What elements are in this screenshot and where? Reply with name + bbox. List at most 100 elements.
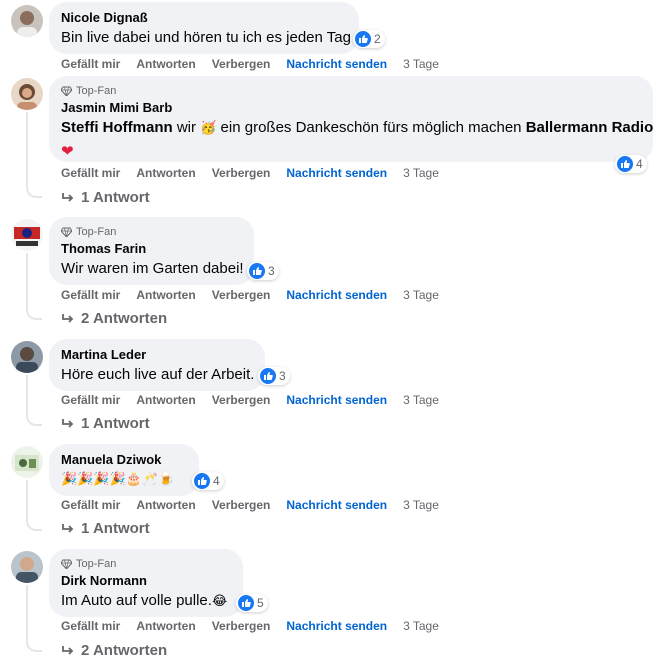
- reaction-count: 5: [257, 596, 264, 610]
- replies-count: 1 Antwort: [81, 520, 150, 537]
- reaction-count: 3: [279, 369, 286, 383]
- like-button[interactable]: Gefällt mir: [61, 393, 120, 407]
- mention-link[interactable]: Steffi Hoffmann: [61, 119, 173, 136]
- hide-button[interactable]: Verbergen: [212, 166, 271, 180]
- send-message-button[interactable]: Nachricht senden: [286, 498, 387, 512]
- reply-button[interactable]: Antworten: [136, 498, 195, 512]
- reply-arrow-icon: [62, 192, 74, 202]
- like-button[interactable]: Gefällt mir: [61, 498, 120, 512]
- comment-actions: Gefällt mir Antworten Verbergen Nachrich…: [61, 618, 455, 634]
- reply-button[interactable]: Antworten: [136, 166, 195, 180]
- reaction-summary[interactable]: 4: [192, 472, 224, 490]
- hide-button[interactable]: Verbergen: [212, 498, 271, 512]
- comment-author[interactable]: Jasmin Mimi Barb: [61, 100, 641, 116]
- send-message-button[interactable]: Nachricht senden: [286, 57, 387, 71]
- diamond-icon: [61, 559, 72, 569]
- view-replies-button[interactable]: 1 Antwort: [61, 520, 150, 537]
- like-icon: [194, 473, 210, 489]
- comment-emojis: 🎉🎉🎉🎉🎂🥂🍺: [61, 472, 175, 487]
- reply-arrow-icon: [62, 313, 74, 323]
- comment-author[interactable]: Manuela Dziwok: [61, 452, 187, 468]
- timestamp[interactable]: 3 Tage: [403, 393, 439, 407]
- reaction-summary[interactable]: 3: [258, 367, 290, 385]
- hide-button[interactable]: Verbergen: [212, 619, 271, 633]
- hide-button[interactable]: Verbergen: [212, 393, 271, 407]
- view-replies-button[interactable]: 1 Antwort: [61, 189, 150, 206]
- replies-count: 1 Antwort: [81, 415, 150, 432]
- like-button[interactable]: Gefällt mir: [61, 619, 120, 633]
- avatar[interactable]: [11, 446, 43, 478]
- reply-button[interactable]: Antworten: [136, 393, 195, 407]
- timestamp[interactable]: 3 Tage: [403, 166, 439, 180]
- reaction-count: 2: [374, 32, 381, 46]
- thread-line: [26, 375, 28, 416]
- timestamp[interactable]: 3 Tage: [403, 57, 439, 71]
- comment-author[interactable]: Nicole Dignaß: [61, 10, 347, 26]
- thread-line: [26, 112, 28, 188]
- send-message-button[interactable]: Nachricht senden: [286, 619, 387, 633]
- comment-text-line2: ❤: [61, 141, 641, 162]
- like-icon: [355, 31, 371, 47]
- comment-bubble: Nicole Dignaß Bin live dabei und hören t…: [49, 2, 359, 54]
- hide-button[interactable]: Verbergen: [212, 57, 271, 71]
- reply-button[interactable]: Antworten: [136, 57, 195, 71]
- reply-button[interactable]: Antworten: [136, 619, 195, 633]
- view-replies-button[interactable]: 2 Antworten: [61, 642, 167, 659]
- timestamp[interactable]: 3 Tage: [403, 498, 439, 512]
- comment-author[interactable]: Martina Leder: [61, 347, 253, 363]
- reaction-summary[interactable]: 4: [615, 155, 647, 173]
- thread-connector: [26, 519, 42, 531]
- comment-author[interactable]: Thomas Farin: [61, 241, 242, 257]
- avatar[interactable]: [11, 219, 43, 251]
- reaction-count: 4: [213, 474, 220, 488]
- reaction-summary[interactable]: 2: [353, 30, 385, 48]
- send-message-button[interactable]: Nachricht senden: [286, 288, 387, 302]
- top-fan-label: Top-Fan: [76, 84, 117, 97]
- diamond-icon: [61, 86, 72, 96]
- top-fan-badge: Top-Fan: [61, 225, 242, 238]
- comment-actions: Gefällt mir Antworten Verbergen Nachrich…: [61, 56, 455, 72]
- reply-arrow-icon: [62, 645, 74, 655]
- thread-line: [26, 480, 28, 521]
- reply-button[interactable]: Antworten: [136, 288, 195, 302]
- comment-text-part: wir: [176, 119, 197, 136]
- timestamp[interactable]: 3 Tage: [403, 619, 439, 633]
- mention-link[interactable]: Ballermann Radio: [526, 119, 654, 136]
- thread-line: [26, 253, 28, 310]
- comment-actions: Gefällt mir Antworten Verbergen Nachrich…: [61, 497, 455, 513]
- reaction-summary[interactable]: 5: [236, 594, 268, 612]
- comment-text: Wir waren im Garten dabei!: [61, 260, 244, 277]
- comment-actions: Gefällt mir Antworten Verbergen Nachrich…: [61, 165, 455, 181]
- send-message-button[interactable]: Nachricht senden: [286, 166, 387, 180]
- like-button[interactable]: Gefällt mir: [61, 288, 120, 302]
- avatar[interactable]: [11, 341, 43, 373]
- top-fan-badge: Top-Fan: [61, 84, 641, 97]
- hide-button[interactable]: Verbergen: [212, 288, 271, 302]
- avatar[interactable]: [11, 551, 43, 583]
- thread-connector: [26, 186, 42, 198]
- like-button[interactable]: Gefällt mir: [61, 166, 120, 180]
- reaction-count: 3: [268, 264, 275, 278]
- reply-arrow-icon: [62, 418, 74, 428]
- comment-actions: Gefällt mir Antworten Verbergen Nachrich…: [61, 392, 455, 408]
- timestamp[interactable]: 3 Tage: [403, 288, 439, 302]
- avatar[interactable]: [11, 78, 43, 110]
- replies-count: 1 Antwort: [81, 189, 150, 206]
- view-replies-button[interactable]: 2 Antworten: [61, 310, 167, 327]
- comment-text: Im Auto auf volle pulle.😂: [61, 591, 231, 612]
- send-message-button[interactable]: Nachricht senden: [286, 393, 387, 407]
- party-face-emoji: 🥳: [200, 121, 217, 136]
- comment-author[interactable]: Dirk Normann: [61, 573, 231, 589]
- laughing-emoji: 😂: [211, 594, 228, 609]
- reply-arrow-icon: [62, 523, 74, 533]
- thread-connector: [26, 308, 42, 320]
- like-button[interactable]: Gefällt mir: [61, 57, 120, 71]
- comment-text-part: Im Auto auf volle pulle.: [61, 592, 212, 609]
- thread-connector: [26, 414, 42, 426]
- reaction-summary[interactable]: 3: [247, 262, 279, 280]
- like-icon: [238, 595, 254, 611]
- top-fan-label: Top-Fan: [76, 557, 117, 570]
- avatar[interactable]: [11, 5, 43, 37]
- comment-text-part: ein großes Dankeschön fürs möglich mache…: [220, 119, 522, 136]
- view-replies-button[interactable]: 1 Antwort: [61, 415, 150, 432]
